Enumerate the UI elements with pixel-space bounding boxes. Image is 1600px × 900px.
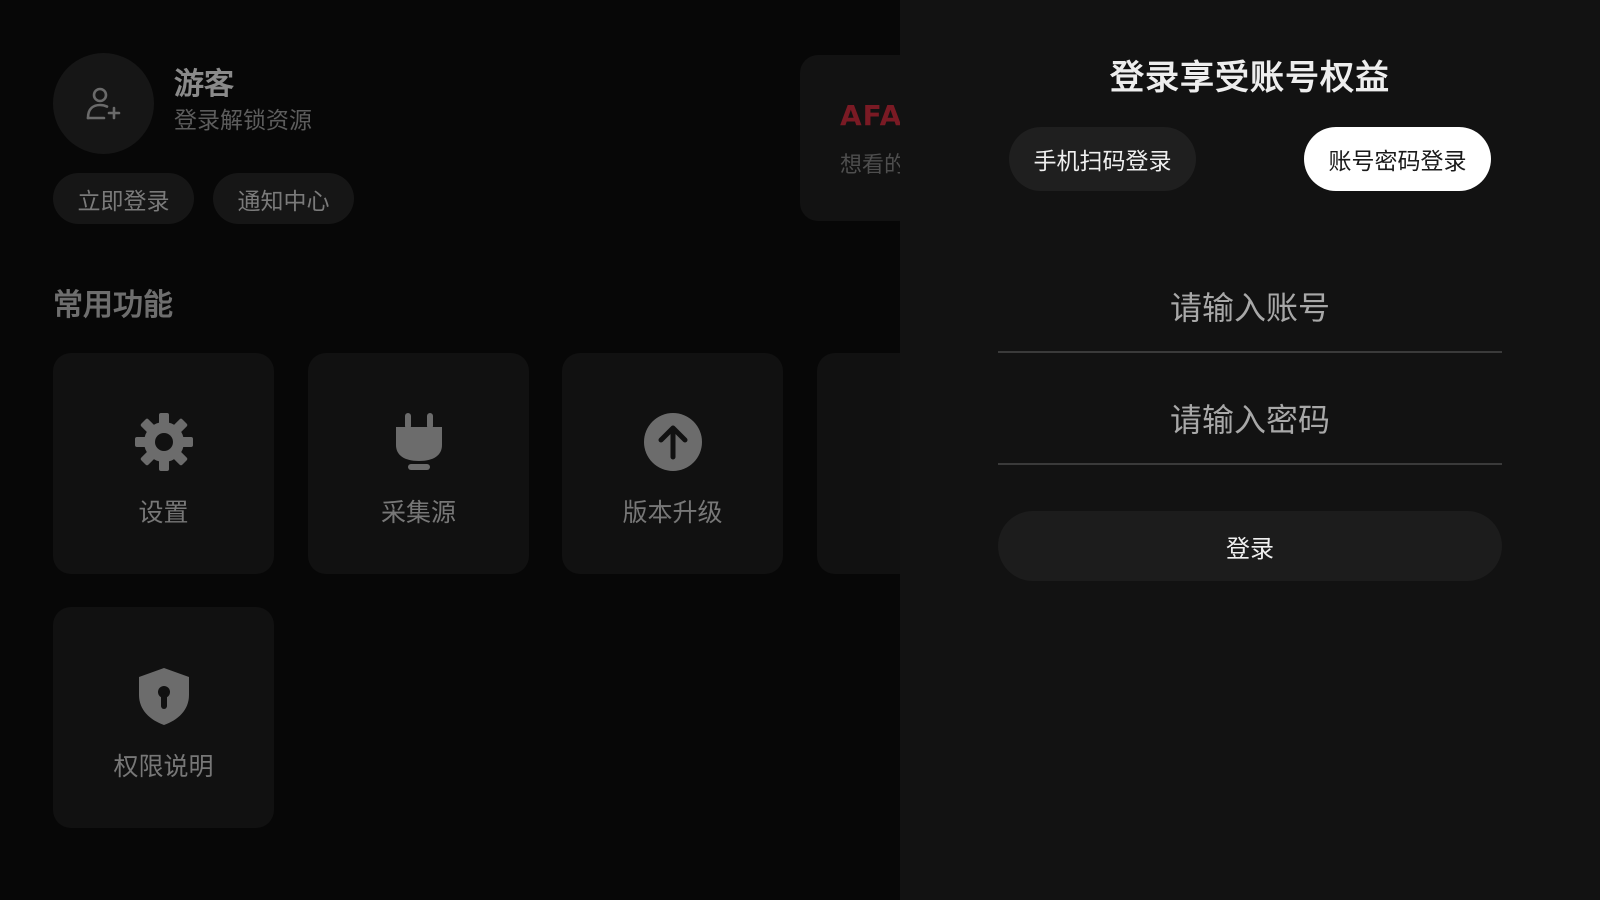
shield-lock-icon: [138, 668, 189, 725]
feature-label: 版本升级: [622, 498, 723, 527]
login-drawer: 登录享受账号权益 手机扫码登录 账号密码登录 登录: [900, 0, 1600, 900]
add-user-icon: [86, 87, 120, 119]
feature-tile-permissions[interactable]: 权限说明: [53, 607, 274, 828]
promo-subtitle: 想看的: [840, 153, 900, 178]
account-field: [998, 265, 1502, 353]
notification-center-button[interactable]: 通知中心: [213, 173, 354, 224]
login-now-button[interactable]: 立即登录: [53, 173, 194, 224]
password-field: [998, 377, 1502, 465]
feature-tile-source[interactable]: 采集源: [308, 353, 529, 574]
login-title: 登录享受账号权益: [1110, 58, 1390, 98]
plug-icon: [395, 413, 442, 470]
gear-icon: [134, 413, 193, 471]
feature-label: 权限说明: [113, 752, 214, 781]
tab-qr-login[interactable]: 手机扫码登录: [1009, 127, 1196, 191]
feature-tile-settings[interactable]: 设置: [53, 353, 274, 574]
feature-label: 设置: [138, 498, 189, 527]
section-title: 常用功能: [53, 288, 173, 323]
login-button[interactable]: 登录: [998, 511, 1502, 581]
user-name: 游客: [174, 67, 234, 102]
feature-tile-upgrade[interactable]: 版本升级: [562, 353, 783, 574]
user-subtitle: 登录解锁资源: [174, 108, 312, 134]
tab-password-login[interactable]: 账号密码登录: [1304, 127, 1491, 191]
arrow-up-circle-icon: [643, 413, 702, 471]
feature-label: 采集源: [380, 498, 456, 527]
password-input[interactable]: [998, 390, 1502, 450]
promo-card[interactable]: AFAI 想看的: [800, 55, 900, 221]
app-screen: 游客 登录解锁资源 立即登录 通知中心 AFAI 想看的 常用功能: [0, 0, 1600, 900]
profile-page: 游客 登录解锁资源 立即登录 通知中心 AFAI 想看的 常用功能: [0, 0, 900, 900]
promo-title: AFAI: [840, 99, 900, 132]
feature-tile-cache[interactable]: 缓 5: [817, 353, 900, 574]
avatar[interactable]: [53, 53, 154, 154]
account-input[interactable]: [998, 278, 1502, 338]
